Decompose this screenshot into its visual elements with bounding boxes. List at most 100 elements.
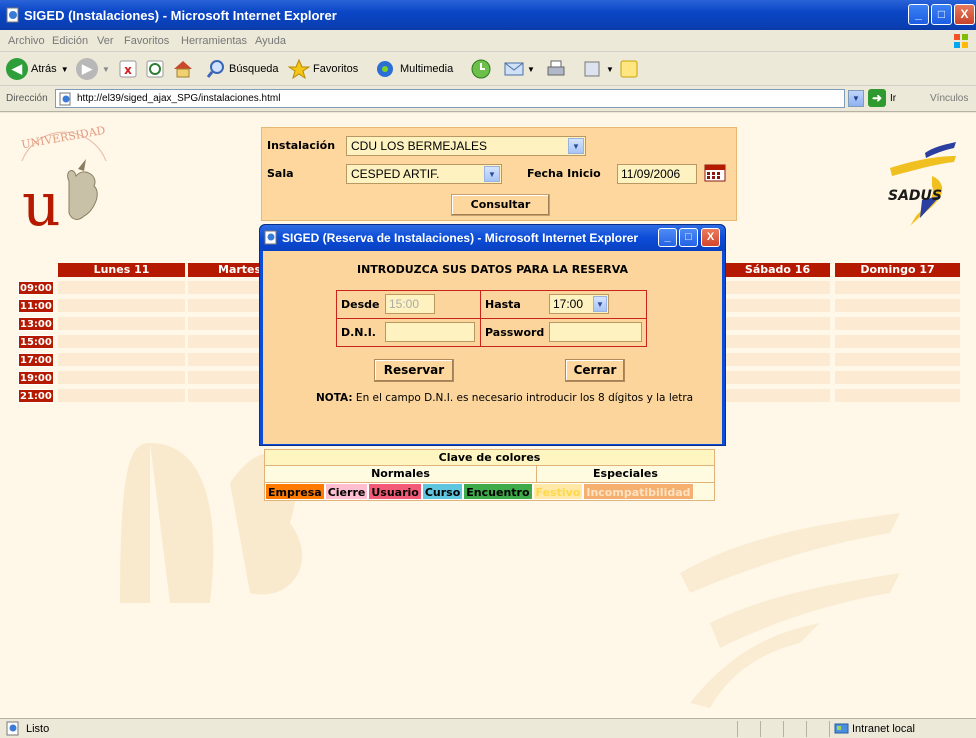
go-button[interactable]: ➜ Ir [868,89,896,107]
start-date-input[interactable]: 11/09/2006 [617,164,697,184]
schedule-slot[interactable] [835,299,960,314]
schedule-slot[interactable] [835,335,960,350]
schedule-slot[interactable] [188,353,260,368]
toolbar: ◀ Atrás ▼ ▶ ▼ x Búsqueda Favoritos Multi… [0,52,976,86]
menu-favoritos[interactable]: Favoritos [124,35,169,47]
schedule-slot[interactable] [58,353,185,368]
room-label: Sala [267,167,294,180]
close-dialog-button[interactable]: Cerrar [565,359,625,382]
history-button[interactable] [470,57,492,81]
day-header-tuesday: Martes [188,263,261,277]
schedule-slot[interactable] [58,281,185,296]
menu-archivo[interactable]: Archivo [8,35,45,47]
dni-input[interactable] [385,322,475,342]
mail-button[interactable]: ▼ [503,57,535,81]
home-button[interactable] [172,57,194,81]
menu-edicion[interactable]: Edición [52,35,88,47]
star-icon [288,59,310,79]
multimedia-button[interactable]: Multimedia [375,57,453,81]
note-text: En el campo D.N.I. es necesario introduc… [352,392,694,404]
hour-label: 21:00 [18,389,54,403]
schedule-slot[interactable] [58,335,185,350]
day-header-monday: Lunes 11 [58,263,185,277]
dialog-body: INTRODUZCA SUS DATOS PARA LA RESERVA Des… [263,251,722,444]
links-button[interactable]: Vínculos [930,93,968,104]
room-select[interactable]: CESPED ARTIF. ▼ [346,164,502,184]
chevron-down-icon: ▼ [484,166,500,182]
address-input[interactable]: http://el39/siged_ajax_SPG/instalaciones… [55,89,845,108]
svg-text:x: x [124,63,132,77]
dialog-maximize-button[interactable]: □ [679,228,698,247]
favorites-button[interactable]: Favoritos [288,57,358,81]
installation-select[interactable]: CDU LOS BERMEJALES ▼ [346,136,586,156]
schedule-slot[interactable] [725,281,830,296]
reserve-button[interactable]: Reservar [374,359,454,382]
reservation-dialog: SIGED (Reserva de Instalaciones) - Micro… [259,224,726,446]
start-date-label: Fecha Inicio [527,167,601,180]
password-input[interactable] [549,322,642,342]
close-window-button[interactable]: X [954,4,975,25]
from-input: 15:00 [385,294,435,314]
stop-button[interactable]: x [118,57,138,81]
ie-page-icon [6,7,19,23]
dialog-title-bar[interactable]: SIGED (Reserva de Instalaciones) - Micro… [260,225,725,251]
schedule-slot[interactable] [835,281,960,296]
schedule-slot[interactable] [835,317,960,332]
schedule-slot[interactable] [188,389,260,404]
forward-button[interactable]: ▶ ▼ [76,57,110,81]
schedule-slot[interactable] [835,389,960,404]
status-bar: Listo Intranet local [0,718,976,738]
room-value: CESPED ARTIF. [351,167,440,181]
chevron-down-icon: ▼ [593,296,607,312]
legend-chip-cierre: Cierre [324,483,369,500]
schedule-slot[interactable] [58,299,185,314]
back-button[interactable]: ◀ Atrás ▼ [6,57,69,81]
schedule-slot[interactable] [725,335,830,350]
schedule-slot[interactable] [725,389,830,404]
schedule-slot[interactable] [725,371,830,386]
schedule-slot[interactable] [188,335,260,350]
menu-herramientas[interactable]: Herramientas [181,35,247,47]
legend-chips: Empresa Cierre Usuario Curso Encuentro F… [265,483,714,500]
menu-ayuda[interactable]: Ayuda [255,35,286,47]
ie-page-icon [264,230,277,245]
consultar-button[interactable]: Consultar [451,194,550,216]
to-select[interactable]: 17:00 ▼ [549,294,609,314]
address-dropdown-icon[interactable]: ▼ [848,90,864,107]
ie-page-icon [6,721,19,736]
schedule-slot[interactable] [188,371,260,386]
ie-page-icon [59,92,71,106]
refresh-button[interactable] [145,57,165,81]
maximize-button[interactable]: □ [931,4,952,25]
schedule-slot[interactable] [188,299,260,314]
legend-chip-usuario: Usuario [368,483,422,500]
schedule-slot[interactable] [188,317,260,332]
go-label: Ir [890,92,897,104]
schedule-slot[interactable] [725,299,830,314]
schedule-slot[interactable] [835,371,960,386]
schedule-slot[interactable] [58,389,185,404]
schedule-slot[interactable] [58,317,185,332]
dialog-close-button[interactable]: X [701,228,720,247]
calendar-icon[interactable] [704,164,726,182]
window-title: SIGED (Instalaciones) - Microsoft Intern… [24,8,337,23]
dialog-note: NOTA: En el campo D.N.I. es necesario in… [316,392,696,405]
search-button[interactable]: Búsqueda [206,57,279,81]
window-title-bar[interactable]: SIGED (Instalaciones) - Microsoft Intern… [0,0,976,30]
schedule-slot[interactable] [725,353,830,368]
edit-button[interactable]: ▼ [582,57,614,81]
svg-text:u: u [22,170,61,231]
minimize-button[interactable]: _ [908,4,929,25]
menu-ver[interactable]: Ver [97,35,114,47]
print-button[interactable] [545,57,567,81]
legend-chip-encuentro: Encuentro [463,483,533,500]
hour-label: 11:00 [18,299,54,313]
address-label: Dirección [6,93,48,104]
messenger-button[interactable] [618,57,640,81]
schedule-slot[interactable] [725,317,830,332]
schedule-slot[interactable] [188,281,260,296]
schedule-slot[interactable] [58,371,185,386]
schedule-slot[interactable] [835,353,960,368]
edit-icon [584,61,600,77]
dialog-minimize-button[interactable]: _ [658,228,677,247]
